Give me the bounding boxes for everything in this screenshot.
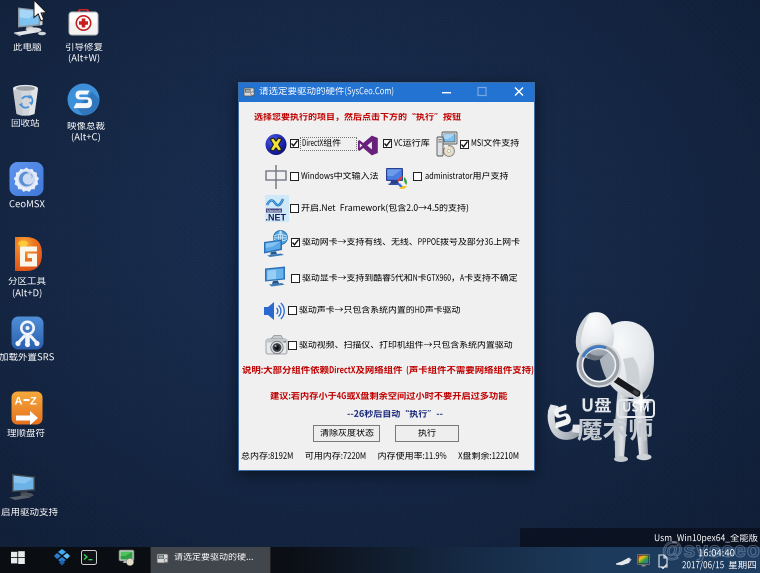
svg-text:.NET: .NET	[266, 213, 287, 223]
svg-text:A: A	[15, 396, 23, 408]
svg-text:Z: Z	[30, 396, 37, 408]
